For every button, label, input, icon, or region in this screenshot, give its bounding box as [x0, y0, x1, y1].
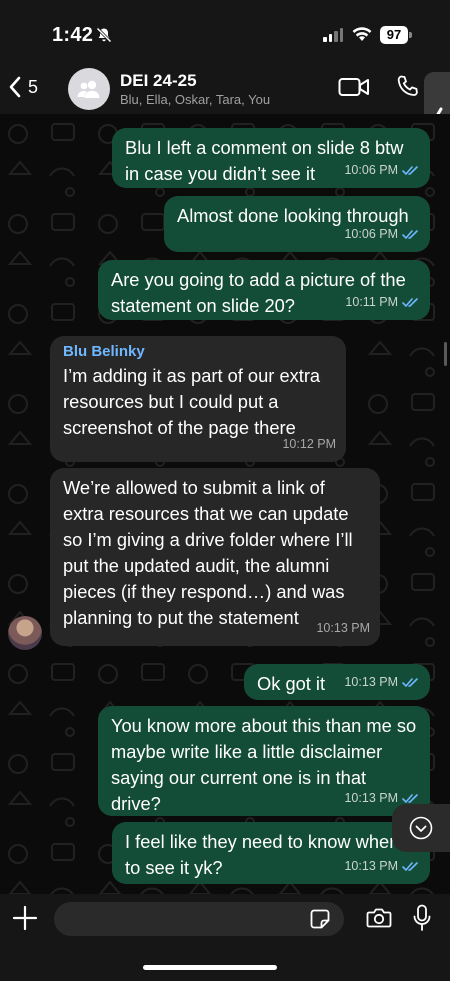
message-text: Ok got it: [257, 673, 326, 694]
chevron-down-circle-icon: [409, 816, 433, 840]
unread-count: 5: [28, 76, 39, 97]
message-meta: 10:11 PM: [345, 289, 420, 315]
message-bubble-outgoing[interactable]: Almost done looking through 10:06 PM: [164, 196, 430, 252]
read-receipt-icon: [402, 297, 418, 307]
composer-bar: [0, 894, 450, 981]
scrollbar[interactable]: [444, 342, 447, 366]
chat-header: 5 DEI 24-25 Blu, Ella, Oskar, Tara, You: [0, 62, 450, 114]
message-time: 10:06 PM: [344, 163, 398, 177]
message-time: 10:06 PM: [344, 227, 398, 241]
phone-icon[interactable]: [396, 74, 420, 98]
people-icon: [77, 80, 100, 98]
message-time: 10:13 PM: [344, 859, 398, 873]
message-time: 10:11 PM: [345, 295, 398, 309]
message-time: 10:13 PM: [344, 675, 398, 689]
read-receipt-icon: [402, 165, 418, 175]
message-bubble-outgoing[interactable]: I feel like they need to know where to s…: [112, 822, 430, 884]
status-bar: 1:42 97: [0, 0, 450, 62]
wifi-icon: [352, 27, 372, 41]
message-bubble-outgoing[interactable]: You know more about this than me so mayb…: [98, 706, 430, 816]
bell-off-icon: [96, 27, 112, 43]
video-camera-icon[interactable]: [338, 76, 370, 98]
message-time: 10:13 PM: [344, 791, 398, 805]
message-time: 10:13 PM: [316, 621, 370, 635]
message-meta: 10:13 PM: [316, 615, 370, 641]
message-meta: 10:06 PM: [344, 221, 420, 247]
message-bubble-outgoing[interactable]: Are you going to add a picture of the st…: [98, 260, 430, 320]
avatar[interactable]: [8, 616, 42, 650]
message-bubble-incoming[interactable]: We’re allowed to submit a link of extra …: [50, 468, 380, 646]
message-time: 10:12 PM: [282, 437, 336, 451]
sender-name[interactable]: Blu Belinky: [63, 343, 334, 361]
back-button[interactable]: 5: [8, 76, 38, 98]
status-time: 1:42: [52, 24, 94, 46]
home-indicator[interactable]: [143, 965, 277, 970]
message-meta: 10:06 PM: [344, 157, 420, 183]
chevron-left-icon: [9, 76, 21, 98]
read-receipt-icon: [402, 677, 418, 687]
read-receipt-icon: [402, 793, 418, 803]
message-bubble-outgoing[interactable]: Ok got it 10:13 PM: [244, 664, 430, 700]
group-members[interactable]: Blu, Ella, Oskar, Tara, You: [120, 92, 270, 107]
message-input[interactable]: [54, 902, 344, 936]
message-text: We’re allowed to submit a link of extra …: [63, 477, 353, 628]
signal-icon: [323, 28, 343, 42]
plus-icon[interactable]: [12, 905, 38, 931]
read-receipt-icon: [402, 861, 418, 871]
battery-level: 97: [380, 26, 408, 44]
message-bubble-outgoing[interactable]: Blu I left a comment on slide 8 btw in c…: [112, 128, 430, 188]
battery-nub: [409, 32, 412, 38]
group-name[interactable]: DEI 24-25: [120, 71, 197, 91]
read-receipt-icon: [402, 229, 418, 239]
microphone-icon[interactable]: [412, 904, 432, 932]
camera-icon[interactable]: [366, 906, 392, 930]
sticker-icon[interactable]: [310, 909, 330, 929]
message-meta: 10:13 PM: [344, 853, 420, 879]
group-avatar[interactable]: [68, 68, 110, 110]
message-meta: 10:13 PM: [344, 669, 420, 695]
message-list[interactable]: Blu I left a comment on slide 8 btw in c…: [0, 114, 450, 894]
message-meta: 10:12 PM: [282, 431, 336, 457]
message-bubble-incoming[interactable]: Blu Belinky I’m adding it as part of our…: [50, 336, 346, 462]
scroll-to-bottom-button[interactable]: [392, 804, 450, 852]
message-text: I’m adding it as part of our extra resou…: [63, 365, 321, 438]
